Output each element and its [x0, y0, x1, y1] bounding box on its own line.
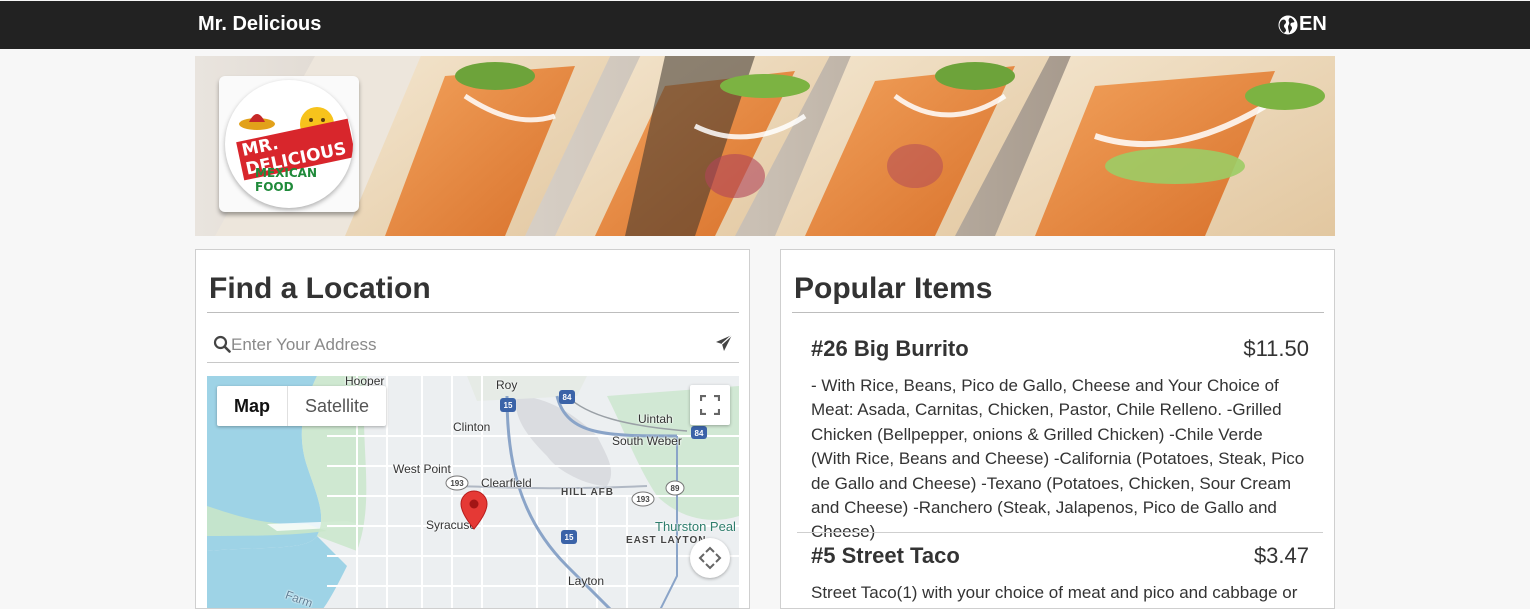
address-search	[207, 329, 739, 363]
item-price: $11.50	[1243, 336, 1309, 361]
location-pin-marker[interactable]	[460, 490, 488, 535]
menu-item[interactable]: #26 Big Burrito $11.50 - With Rice, Bean…	[797, 336, 1323, 541]
popular-items-card: Popular Items #26 Big Burrito $11.50 - W…	[780, 249, 1335, 609]
locate-button[interactable]	[715, 334, 733, 357]
brand-name[interactable]: Mr. Delicious	[198, 13, 321, 36]
hero-banner	[195, 56, 1335, 236]
logo-circle: MR. DELICIOUS MEXICAN FOOD	[225, 80, 353, 208]
map-place-label: South Weber	[612, 434, 682, 448]
divider	[792, 312, 1324, 313]
item-price: $3.47	[1253, 543, 1309, 568]
map-type-map-button[interactable]: Map	[217, 386, 287, 426]
svg-text:89: 89	[671, 484, 680, 493]
find-location-card: Find a Location Enter Your Address 15 84…	[195, 249, 750, 609]
svg-text:84: 84	[695, 429, 704, 438]
map-place-label: Clinton	[453, 420, 491, 434]
hero-tacos-image	[195, 56, 1335, 236]
popular-items-title: Popular Items	[794, 272, 993, 305]
map-pin-icon	[460, 490, 488, 530]
map-type-control: Map Satellite	[217, 386, 387, 426]
address-input[interactable]	[231, 333, 711, 357]
map-place-label: HILL AFB	[561, 487, 614, 498]
menu-item[interactable]: #5 Street Taco $3.47 Street Taco(1) with…	[797, 543, 1323, 608]
map-pan-control[interactable]	[690, 538, 730, 578]
top-navbar: Mr. Delicious EN	[0, 1, 1530, 49]
map-place-label: Roy	[496, 378, 518, 392]
svg-text:193: 193	[450, 479, 464, 488]
pan-arrows-icon	[698, 546, 722, 570]
fullscreen-button[interactable]	[690, 385, 730, 425]
map-place-label: Uintah	[638, 412, 673, 426]
language-selector[interactable]: EN	[1278, 13, 1327, 36]
map-place-label: West Point	[393, 462, 451, 476]
svg-text:84: 84	[563, 393, 572, 402]
map-place-label: Thurston Peal	[655, 519, 736, 534]
globe-icon	[1278, 15, 1298, 34]
fullscreen-icon	[700, 395, 720, 415]
logo-tagline: MEXICAN FOOD	[255, 166, 317, 194]
divider	[207, 312, 739, 313]
item-description: - With Rice, Beans, Pico de Gallo, Chees…	[811, 376, 1305, 542]
search-icon	[213, 335, 231, 353]
map-place-label: Clearfield	[481, 476, 532, 490]
item-description: Street Taco(1) with your choice of meat …	[811, 583, 1298, 602]
paper-plane-icon	[716, 334, 733, 351]
item-name: #5 Street Taco	[811, 543, 960, 568]
find-location-title: Find a Location	[209, 272, 431, 305]
item-divider	[797, 532, 1323, 533]
svg-text:193: 193	[636, 495, 650, 504]
svg-text:15: 15	[504, 401, 513, 410]
item-name: #26 Big Burrito	[811, 336, 969, 361]
map-type-satellite-button[interactable]: Satellite	[287, 386, 386, 426]
language-label: EN	[1299, 13, 1327, 35]
svg-text:15: 15	[565, 533, 574, 542]
restaurant-logo[interactable]: MR. DELICIOUS MEXICAN FOOD	[219, 76, 359, 212]
map-place-label: Layton	[568, 574, 605, 588]
location-map[interactable]: 15 84 84 15 193 193 89 Hooper Roy Clinto…	[207, 376, 739, 608]
